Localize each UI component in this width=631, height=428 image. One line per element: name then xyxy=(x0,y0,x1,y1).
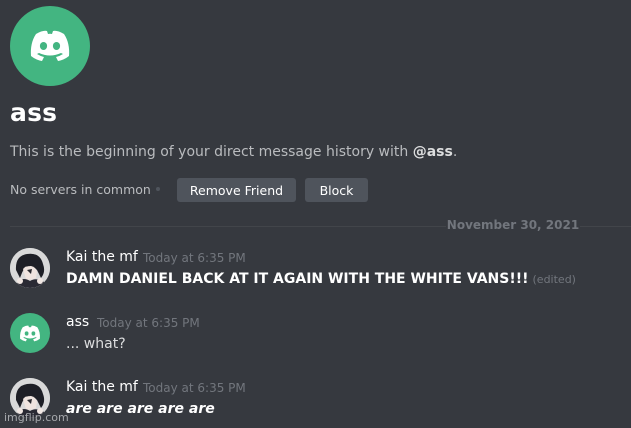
avatar-ass[interactable] xyxy=(10,313,50,353)
discord-logo-icon xyxy=(30,30,70,61)
message-timestamp: Today at 6:35 PM xyxy=(97,316,200,330)
discord-logo-icon xyxy=(20,325,40,341)
message-content: ... what? xyxy=(66,336,126,352)
mutual-servers-text: No servers in common xyxy=(10,182,151,197)
message-content: are are are are are xyxy=(66,401,215,417)
dm-title: ass xyxy=(10,98,58,127)
intro-suffix: . xyxy=(452,144,458,160)
dm-channel: ass This is the beginning of your direct… xyxy=(0,0,631,428)
message-author[interactable]: Kai the mf xyxy=(66,249,138,265)
separator-dot xyxy=(156,187,160,191)
dm-intro-text: This is the beginning of your direct mes… xyxy=(10,144,457,160)
edited-tag: (edited) xyxy=(532,273,576,286)
divider-line-right xyxy=(580,226,631,227)
intro-handle: @ass xyxy=(412,144,453,160)
imgflip-watermark: imgflip.com xyxy=(4,411,69,424)
remove-friend-button[interactable]: Remove Friend xyxy=(177,178,296,202)
avatar-kai[interactable] xyxy=(10,248,50,288)
message-author[interactable]: ass xyxy=(66,314,89,330)
dm-avatar[interactable] xyxy=(10,6,90,86)
intro-prefix: This is the beginning of your direct mes… xyxy=(10,144,413,160)
message-text: DAMN DANIEL BACK AT IT AGAIN WITH THE WH… xyxy=(66,271,576,287)
message-author[interactable]: Kai the mf xyxy=(66,379,138,395)
divider-line-left xyxy=(10,226,446,227)
date-divider: November 30, 2021 xyxy=(446,218,580,232)
message-timestamp: Today at 6:35 PM xyxy=(143,251,246,265)
message-timestamp: Today at 6:35 PM xyxy=(143,381,246,395)
message-content: DAMN DANIEL BACK AT IT AGAIN WITH THE WH… xyxy=(66,271,529,287)
user-photo-icon xyxy=(10,248,50,288)
block-button[interactable]: Block xyxy=(305,178,368,202)
